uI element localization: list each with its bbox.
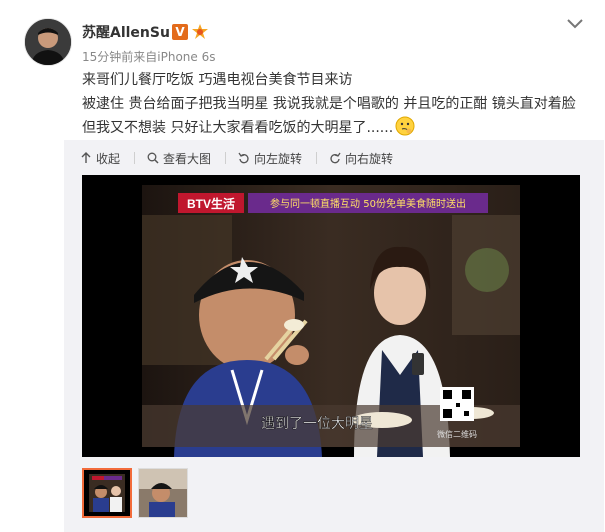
thumbnail-image — [84, 470, 130, 516]
avatar[interactable] — [24, 18, 72, 66]
verified-badge[interactable]: V — [172, 24, 188, 40]
media-toolbar: 收起 查看大图 向左旋转 向右旋转 — [80, 150, 407, 166]
divider — [134, 152, 136, 164]
collapse-label: 收起 — [96, 151, 121, 166]
thumbnail-image — [139, 469, 187, 517]
channel-logo: BTV生活 — [187, 196, 235, 211]
thumbnail-item[interactable] — [138, 468, 188, 518]
chevron-down-icon[interactable] — [566, 18, 584, 30]
post-text: 来哥们儿餐厅吃饭 巧遇电视台美食节目来访 被逮住 贵台给面子把我当明星 我说我就… — [82, 68, 592, 140]
collapse-button[interactable]: 收起 — [80, 150, 120, 166]
collapse-arrow-icon — [81, 152, 91, 163]
view-large-button[interactable]: 查看大图 — [147, 150, 211, 166]
promo-banner-text: 参与同一顿直播互动 50份免单美食随时送出 — [270, 197, 466, 210]
media-panel: 收起 查看大图 向左旋转 向右旋转 BTV生活 参与同一顿直播互动 50份免单美… — [64, 140, 604, 532]
avatar-portrait — [25, 19, 71, 65]
rotate-left-icon — [238, 152, 249, 164]
video-frame[interactable]: BTV生活 参与同一顿直播互动 50份免单美食随时送出 遇到了一位大明星 微信二… — [82, 175, 580, 457]
rotate-left-label: 向左旋转 — [254, 151, 303, 166]
divider — [316, 152, 318, 164]
post-text-line: 来哥们儿餐厅吃饭 巧遇电视台美食节目来访 — [82, 72, 353, 88]
qr-label: 微信二维码 — [437, 429, 477, 439]
post-text-line: 被逮住 贵台给面子把我当明星 我说我就是个唱歌的 并且吃的正酣 镜头直对着脸 — [82, 96, 576, 112]
post-text-line: 但我又不想装 只好让大家看看吃饭的大明星了...... — [82, 116, 592, 140]
rotate-right-label: 向右旋转 — [345, 151, 394, 166]
thumbnail-item-active[interactable] — [82, 468, 132, 518]
view-large-label: 查看大图 — [163, 151, 212, 166]
video-subtitle: 遇到了一位大明星 — [261, 416, 373, 432]
video-scene: BTV生活 参与同一顿直播互动 50份免单美食随时送出 遇到了一位大明星 微信二… — [82, 175, 580, 457]
post-text-segment: 但我又不想装 只好让大家看看吃饭的大明星了...... — [82, 120, 394, 136]
thumbnail-strip — [82, 468, 194, 518]
vip-icon[interactable] — [191, 23, 209, 41]
thinking-emoji-icon — [395, 116, 415, 136]
username[interactable]: 苏醒AllenSu — [82, 22, 170, 42]
divider — [225, 152, 227, 164]
zoom-icon — [147, 152, 159, 164]
weibo-post-card: 苏醒AllenSu V 15分钟前来自iPhone 6s 来哥们儿餐厅吃饭 巧遇… — [0, 0, 605, 532]
post-meta[interactable]: 15分钟前来自iPhone 6s — [82, 48, 215, 65]
rotate-left-button[interactable]: 向左旋转 — [238, 150, 302, 166]
rotate-right-button[interactable]: 向右旋转 — [329, 150, 393, 166]
rotate-right-icon — [330, 152, 341, 164]
